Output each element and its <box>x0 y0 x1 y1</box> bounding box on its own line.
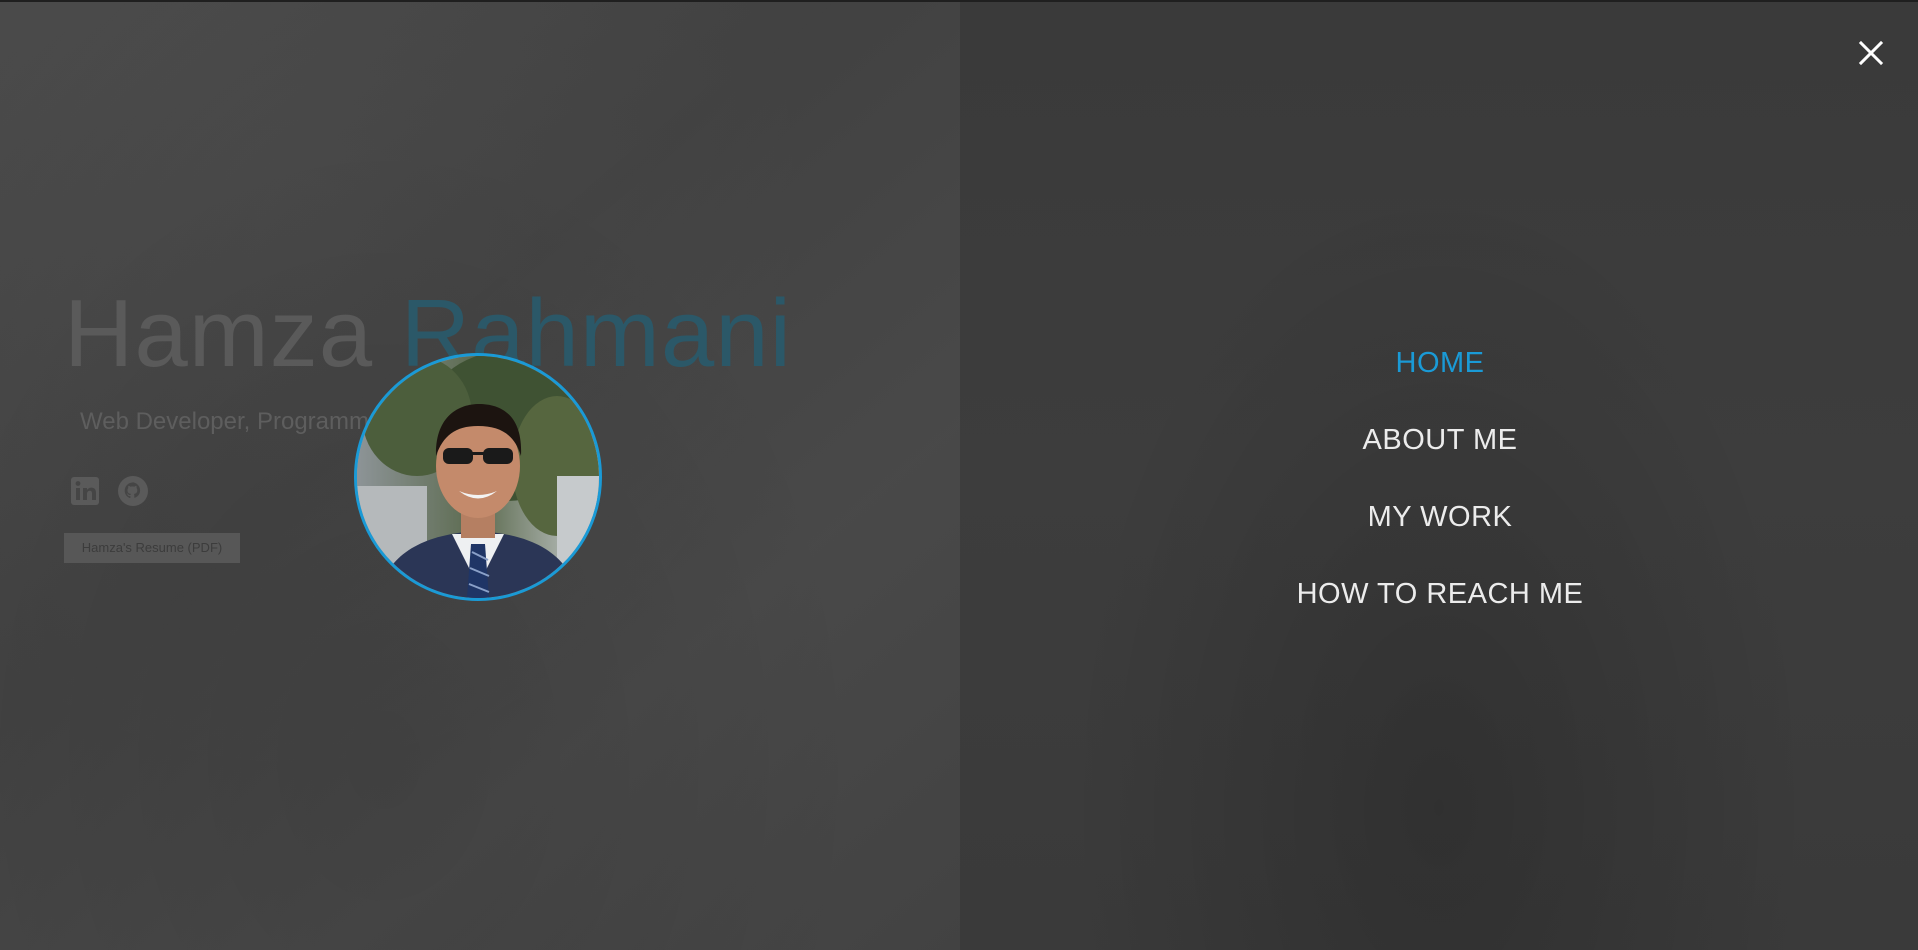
close-menu-button[interactable] <box>1856 38 1886 68</box>
overlay-nav-menu: HOME ABOUT ME MY WORK HOW TO REACH ME <box>1190 340 1690 648</box>
hero-first-name: Hamza <box>64 280 374 387</box>
linkedin-icon[interactable] <box>68 474 102 508</box>
menu-item-my-work[interactable]: MY WORK <box>1190 494 1690 571</box>
resume-button[interactable]: Hamza's Resume (PDF) <box>64 533 240 563</box>
close-icon <box>1858 40 1884 66</box>
menu-item-how-to-reach-me[interactable]: HOW TO REACH ME <box>1190 571 1690 648</box>
social-links <box>68 474 150 508</box>
top-border <box>0 0 1918 2</box>
menu-item-about-me[interactable]: ABOUT ME <box>1190 417 1690 494</box>
menu-item-home[interactable]: HOME <box>1190 340 1690 417</box>
avatar <box>354 353 602 601</box>
page: Hamza Rahmani Web Developer, Programmer,… <box>0 0 1918 950</box>
github-icon[interactable] <box>116 474 150 508</box>
